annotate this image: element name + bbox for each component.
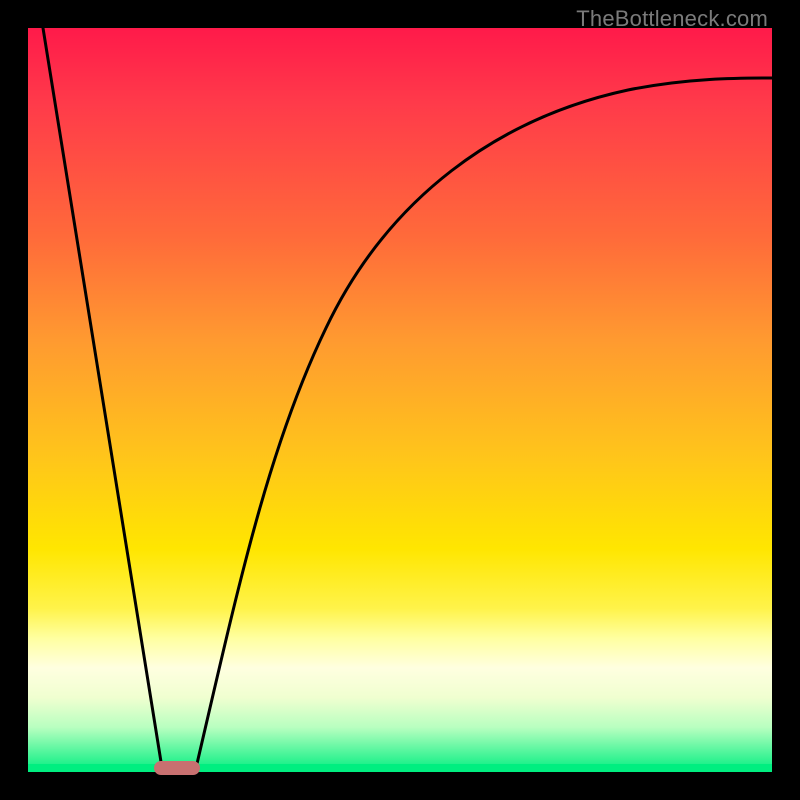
bottleneck-curve <box>43 28 772 768</box>
chart-frame <box>28 28 772 772</box>
chart-curves <box>28 28 772 772</box>
optimal-marker <box>154 761 200 775</box>
watermark-text: TheBottleneck.com <box>576 6 768 32</box>
